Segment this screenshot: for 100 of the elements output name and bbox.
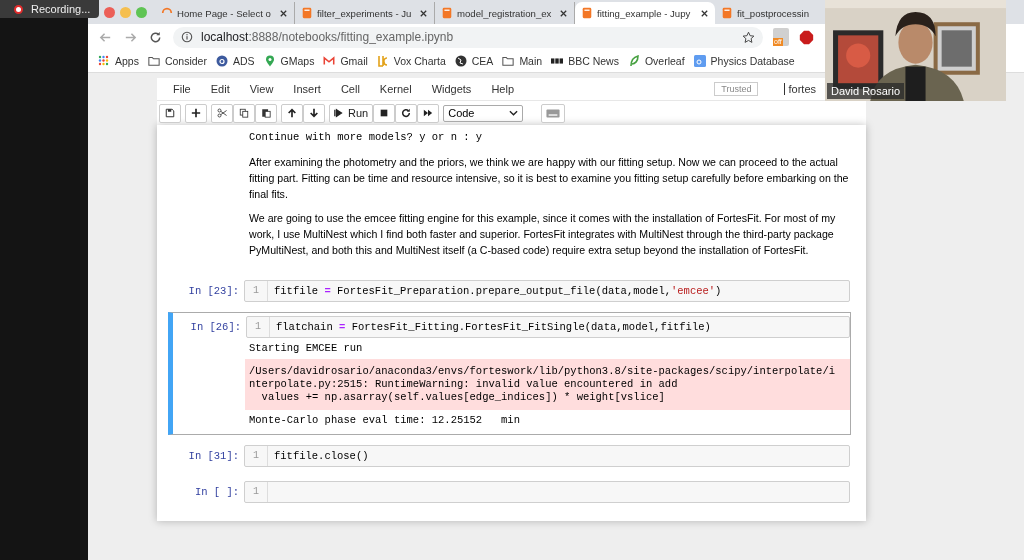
line-number: 1 [247,317,270,337]
line-number: 1 [245,482,268,502]
markdown-paragraph: We are going to use the emcee fitting engine for this example, since it comes with the installation of FortesFit. For most of my work, I use MultiNest which I find both faster and superior. FortesFit integrates with MultiNest through the third-party package PyMultiNest, and both this and MultiNest itself (a C-based code) require extra setup beyond the installation of FortesFit. [249,211,837,258]
notebook-icon [581,7,593,19]
menu-item[interactable]: Cell [330,83,370,95]
input-prompt: In [ ]: [194,486,240,498]
code-input[interactable]: 1 flatchain = FortesFit_Fitting.FortesFit_FitSingle(data,model,fitfile) [246,316,850,338]
bookmark[interactable]: BBC News [551,55,619,67]
code-cell[interactable]: In [ ]: 1 [172,477,851,507]
restart-button[interactable] [395,103,418,123]
bookmark[interactable]: GMaps [263,55,315,67]
code-input[interactable]: 1 fitfile.close() [244,445,850,467]
bookmark[interactable]: ADS [215,55,255,67]
recording-label: Recording... [31,3,91,15]
menu-item[interactable]: Widgets [421,83,482,95]
browser-tab[interactable]: fitting_example - Jupy [575,2,715,24]
run-button[interactable]: Run [329,103,374,123]
add-cell-button[interactable] [185,103,207,123]
mail-icon [323,55,336,67]
bookmark[interactable]: Consider [147,55,207,67]
menu-item[interactable]: File [163,83,201,95]
notebook-icon [301,7,313,19]
down-arrow-icon [309,108,319,118]
stop-icon [379,108,390,118]
info-icon[interactable] [181,31,193,43]
keyboard-button[interactable] [541,103,566,123]
menu-item[interactable]: View [239,83,284,95]
map-pin-icon [263,55,276,67]
markdown-paragraph: After examining the photometry and the priors, we think we are happy with our fitting setup. Now we can proceed to the actual fitting part. Fitting can be time and resource intensive, so it is best to examine you fitting setup carefully before embarking on the final fits. [249,155,849,202]
input-prompt: In [23]: [188,285,240,297]
code-cell[interactable]: In [23]: 1 fitfile = FortesFit_Preparation.prepare_output_file(data,model,'emcee') [172,276,851,306]
paste-icon [261,108,271,118]
line-number: 1 [245,281,268,301]
stop-button[interactable] [373,103,396,123]
close-tab-icon[interactable] [559,8,568,18]
code-line: fitfile.close() [273,450,369,462]
menu-item[interactable]: Edit [200,83,240,95]
code-line: fitfile = FortesFit_Preparation.prepare_output_file(data,model,'emcee') [273,285,722,297]
move-up-button[interactable] [281,103,303,123]
close-tab-icon[interactable] [419,8,428,18]
bookmark[interactable]: Main [502,55,543,67]
trusted-indicator[interactable]: Trusted [714,82,759,96]
kernel-name[interactable]: fortes [784,83,816,95]
apps-grid-icon [98,55,110,67]
cell-output: Starting EMCEE run [248,341,364,356]
folder-icon [502,55,515,67]
copy-button[interactable] [233,103,255,123]
save-button[interactable] [159,103,181,123]
bookmark[interactable]: Apps [98,55,139,67]
cell-output: Monte-Carlo phase eval time: 12.25152 min [248,413,521,428]
paste-button[interactable] [255,103,277,123]
step-play-icon [334,108,344,118]
square-logo-icon [693,55,706,67]
bookmark[interactable]: Physics Database [693,55,795,67]
bookmark[interactable]: CEA [454,55,494,67]
input-prompt: In [26]: [190,321,242,333]
line-number: 1 [245,446,268,466]
scissors-icon [217,108,227,118]
notebook-icon [721,7,733,19]
close-window-light[interactable] [104,6,115,18]
close-tab-icon[interactable] [700,8,709,18]
participant-name: David Rosario [827,83,905,99]
keyboard-icon [546,108,561,118]
address-field[interactable]: localhost:8888/notebooks/fitting_example.ipynb [173,26,763,48]
input-prompt: In [31]: [188,450,240,462]
cell-output: Continue with more models? y or n : y [248,130,484,145]
close-tab-icon[interactable] [279,8,288,18]
bookmark[interactable]: Overleaf [627,55,685,67]
caret-icon [509,110,519,116]
save-icon [165,108,175,118]
bookmark[interactable]: Vox Charta [376,55,446,67]
warning-output: /Users/davidrosario/anaconda3/envs/forteswork/lib/python3.8/site-packages/scipy/interpolate/i nterpolate.py:2515: RuntimeWarning: invalid value encountered in add values += np.asarray(self.values[edge_indices]) * weight[vslice] [245,359,850,410]
globe-icon [454,55,467,67]
fast-forward-button[interactable] [417,103,440,123]
fast-forward-icon [423,108,434,118]
leaf-icon [627,55,640,67]
record-icon [14,4,23,14]
menu-item[interactable]: Insert [283,83,331,95]
code-cell[interactable]: In [31]: 1 fitfile.close() [172,441,851,471]
bookmark[interactable]: Gmail [323,55,368,67]
browser-tab[interactable]: fit_postprocessin [715,2,815,24]
adblock-icon[interactable] [799,29,814,45]
code-input[interactable]: 1 fitfile = FortesFit_Preparation.prepare_output_file(data,model,'emcee') [244,280,850,302]
copy-icon [239,108,249,118]
reload-icon[interactable] [148,29,163,45]
cut-button[interactable] [211,103,233,123]
blocks-icon [551,55,564,67]
move-down-button[interactable] [303,103,325,123]
star-icon[interactable] [742,30,755,44]
selected-code-cell[interactable] [168,312,851,435]
folder-icon [147,55,160,67]
up-arrow-icon [287,108,297,118]
restart-icon [401,108,412,118]
circle-logo-icon [215,55,228,67]
cell-type-select[interactable]: Code [443,104,524,122]
menu-item[interactable]: Kernel [369,83,422,95]
code-line: flatchain = FortesFit_Fitting.FortesFit_FitSingle(data,model,fitfile) [275,321,711,333]
plus-icon [191,108,201,118]
menu-item[interactable]: Help [481,83,524,95]
logo-icon [376,55,389,67]
